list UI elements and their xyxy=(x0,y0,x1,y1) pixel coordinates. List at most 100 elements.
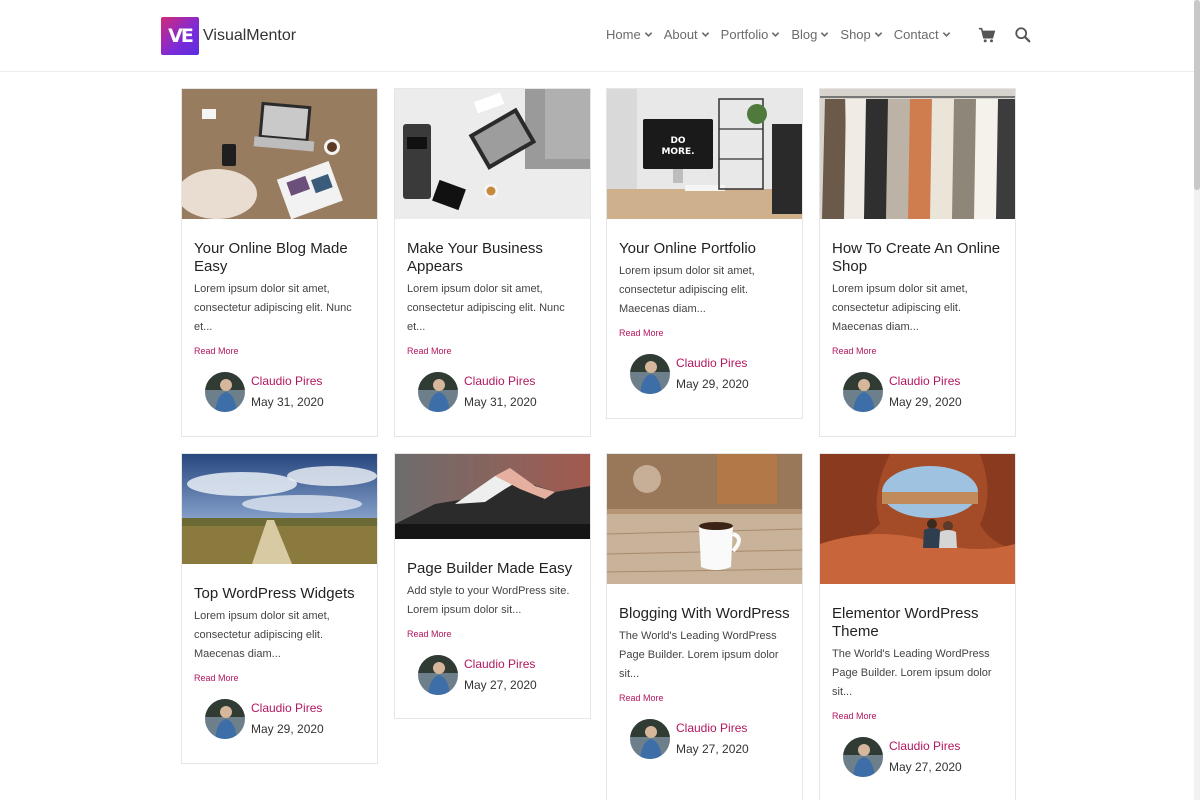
chevron-down-icon xyxy=(821,32,829,37)
post-date: May 31, 2020 xyxy=(251,395,324,409)
site-header: VE VisualMentor Home About Portfolio Blo… xyxy=(0,0,1200,72)
post-author: Claudio Pires May 29, 2020 xyxy=(843,371,1003,413)
nav-item-label: About xyxy=(663,27,698,42)
read-more-link[interactable]: Read More xyxy=(619,693,664,703)
author-meta: Claudio Pires May 27, 2020 xyxy=(676,718,749,760)
nav-item-contact[interactable]: Contact xyxy=(894,27,951,42)
post-card[interactable]: Page Builder Made Easy Add style to your… xyxy=(394,453,591,719)
post-thumbnail[interactable] xyxy=(182,89,377,219)
svg-text:MORE.: MORE. xyxy=(661,147,694,157)
main-nav: Home About Portfolio Blog Shop Contact xyxy=(606,27,962,42)
post-card[interactable]: DO MORE. Your Online Portfolio Lorem ips… xyxy=(606,88,803,419)
post-thumbnail[interactable] xyxy=(182,454,377,564)
post-author: Claudio Pires May 27, 2020 xyxy=(843,736,1003,778)
avatar-image xyxy=(843,372,883,412)
avatar[interactable] xyxy=(843,372,883,412)
avatar[interactable] xyxy=(630,354,670,394)
post-title[interactable]: Top WordPress Widgets xyxy=(194,585,365,603)
author-name[interactable]: Claudio Pires xyxy=(676,718,749,738)
post-excerpt: Lorem ipsum dolor sit amet, consectetur … xyxy=(832,283,968,333)
avatar-image xyxy=(630,719,670,759)
post-excerpt: The World's Leading WordPress Page Build… xyxy=(832,648,992,698)
post-card[interactable]: Make Your Business Appears Lorem ipsum d… xyxy=(394,88,591,437)
read-more-link[interactable]: Read More xyxy=(619,328,664,338)
post-thumbnail[interactable] xyxy=(820,89,1015,219)
post-thumbnail[interactable] xyxy=(395,454,590,539)
post-author: Claudio Pires May 27, 2020 xyxy=(630,718,790,760)
author-meta: Claudio Pires May 29, 2020 xyxy=(251,698,324,740)
post-image: DO MORE. xyxy=(607,89,802,219)
avatar[interactable] xyxy=(630,719,670,759)
post-image xyxy=(182,454,377,564)
cart-icon[interactable] xyxy=(978,26,996,44)
avatar[interactable] xyxy=(205,372,245,412)
post-card[interactable]: Your Online Blog Made Easy Lorem ipsum d… xyxy=(181,88,378,437)
author-meta: Claudio Pires May 29, 2020 xyxy=(676,353,749,395)
avatar-image xyxy=(205,372,245,412)
scrollbar-thumb[interactable] xyxy=(1194,0,1200,190)
post-thumbnail[interactable] xyxy=(395,89,590,219)
post-title[interactable]: Your Online Portfolio xyxy=(619,240,790,258)
post-body: Your Online Blog Made Easy Lorem ipsum d… xyxy=(182,219,377,413)
read-more-link[interactable]: Read More xyxy=(832,711,877,721)
author-name[interactable]: Claudio Pires xyxy=(464,654,537,674)
logo-text: VisualMentor xyxy=(203,27,297,44)
author-meta: Claudio Pires May 27, 2020 xyxy=(464,654,537,696)
post-date: May 29, 2020 xyxy=(251,722,324,736)
avatar[interactable] xyxy=(418,655,458,695)
author-name[interactable]: Claudio Pires xyxy=(251,698,324,718)
post-title[interactable]: Blogging With WordPress xyxy=(619,605,790,623)
post-title[interactable]: Elementor WordPress Theme xyxy=(832,605,1003,641)
avatar[interactable] xyxy=(843,737,883,777)
post-thumbnail[interactable] xyxy=(607,454,802,584)
post-image xyxy=(395,89,590,219)
post-title[interactable]: Your Online Blog Made Easy xyxy=(194,240,365,276)
read-more-link[interactable]: Read More xyxy=(832,346,877,356)
read-more-link[interactable]: Read More xyxy=(194,346,239,356)
post-body: Blogging With WordPress The World's Lead… xyxy=(607,584,802,760)
post-thumbnail[interactable] xyxy=(820,454,1015,584)
chevron-down-icon xyxy=(772,32,780,37)
read-more-link[interactable]: Read More xyxy=(194,673,239,683)
nav-item-blog[interactable]: Blog xyxy=(791,27,829,42)
post-card[interactable]: Blogging With WordPress The World's Lead… xyxy=(606,453,803,800)
post-body: Page Builder Made Easy Add style to your… xyxy=(395,539,590,696)
author-meta: Claudio Pires May 29, 2020 xyxy=(889,371,962,413)
post-excerpt: The World's Leading WordPress Page Build… xyxy=(619,630,779,680)
nav-item-home[interactable]: Home xyxy=(606,27,653,42)
read-more-link[interactable]: Read More xyxy=(407,629,452,639)
post-title[interactable]: Page Builder Made Easy xyxy=(407,560,578,578)
nav-item-shop[interactable]: Shop xyxy=(840,27,883,42)
post-author: Claudio Pires May 29, 2020 xyxy=(205,698,365,740)
post-card[interactable]: Top WordPress Widgets Lorem ipsum dolor … xyxy=(181,453,378,764)
nav-item-about[interactable]: About xyxy=(664,27,710,42)
page-scrollbar[interactable] xyxy=(1194,0,1200,800)
post-title[interactable]: How To Create An Online Shop xyxy=(832,240,1003,276)
nav-item-portfolio[interactable]: Portfolio xyxy=(721,27,781,42)
post-date: May 31, 2020 xyxy=(464,395,537,409)
post-card[interactable]: Elementor WordPress Theme The World's Le… xyxy=(819,453,1016,800)
author-name[interactable]: Claudio Pires xyxy=(676,353,749,373)
post-date: May 27, 2020 xyxy=(676,742,749,756)
author-name[interactable]: Claudio Pires xyxy=(464,371,537,391)
chevron-down-icon xyxy=(644,32,652,37)
post-thumbnail[interactable]: DO MORE. xyxy=(607,89,802,219)
chevron-down-icon xyxy=(942,32,950,37)
nav-item-label: Blog xyxy=(791,27,818,42)
header-icons xyxy=(978,26,1050,44)
avatar-image xyxy=(630,354,670,394)
author-name[interactable]: Claudio Pires xyxy=(251,371,324,391)
post-card[interactable]: How To Create An Online Shop Lorem ipsum… xyxy=(819,88,1016,437)
search-icon[interactable] xyxy=(1014,26,1032,44)
site-logo[interactable]: VE VisualMentor xyxy=(161,17,296,55)
post-date: May 29, 2020 xyxy=(889,395,962,409)
post-image xyxy=(820,454,1015,584)
avatar[interactable] xyxy=(418,372,458,412)
nav-item-label: Contact xyxy=(893,27,939,42)
read-more-link[interactable]: Read More xyxy=(407,346,452,356)
author-meta: Claudio Pires May 27, 2020 xyxy=(889,736,962,778)
author-name[interactable]: Claudio Pires xyxy=(889,371,962,391)
author-name[interactable]: Claudio Pires xyxy=(889,736,962,756)
avatar[interactable] xyxy=(205,699,245,739)
post-title[interactable]: Make Your Business Appears xyxy=(407,240,578,276)
